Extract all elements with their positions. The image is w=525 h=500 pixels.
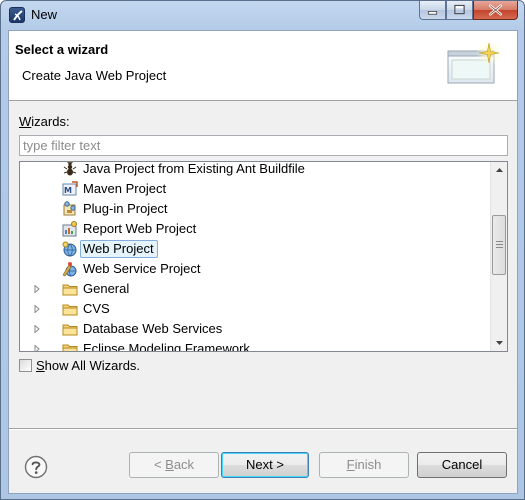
wizard-tree-items: Java Project from Existing Ant Buildfile… — [20, 161, 490, 352]
tree-item-label: General — [83, 281, 130, 296]
minimize-button[interactable] — [419, 1, 446, 20]
tree-item-label: Web Service Project — [83, 261, 201, 276]
finish-button[interactable]: Finish — [319, 452, 409, 478]
filter-input[interactable] — [19, 135, 508, 156]
tree-item-database-web-services[interactable]: Database Web Services — [20, 319, 490, 339]
web-project-icon — [62, 241, 77, 257]
next-button[interactable]: Next > — [221, 452, 309, 478]
tree-item-cvs[interactable]: CVS — [20, 299, 490, 319]
tree-item-maven-project[interactable]: M Maven Project — [20, 179, 490, 199]
svg-text:M: M — [64, 186, 72, 195]
expand-arrow-icon[interactable] — [33, 345, 41, 352]
plugin-icon — [63, 201, 76, 216]
grip-line — [496, 247, 503, 248]
tree-item-eclipse-modeling-framework[interactable]: Eclipse Modeling Framework — [20, 339, 490, 352]
app-icon — [9, 7, 25, 23]
maximize-button[interactable] — [446, 1, 473, 20]
tree-item-web-service-project[interactable]: Web Service Project — [20, 259, 490, 279]
tree-item-label: Plug-in Project — [83, 201, 168, 216]
cancel-button[interactable]: Cancel — [417, 452, 507, 478]
tree-item-label: Web Project — [80, 240, 158, 258]
scrollbar-thumb[interactable] — [492, 215, 506, 275]
scroll-up-arrow-icon[interactable] — [491, 162, 508, 179]
ant-icon — [63, 162, 77, 176]
close-icon — [489, 4, 502, 16]
scroll-down-arrow-icon[interactable] — [491, 334, 508, 351]
banner-description: Create Java Web Project — [22, 68, 167, 83]
help-icon[interactable] — [24, 455, 48, 479]
dialog-content: Select a wizard Create Java Web Project — [8, 30, 518, 494]
maximize-icon — [454, 4, 465, 15]
expand-arrow-icon[interactable] — [33, 305, 41, 313]
window-title: New — [31, 7, 58, 22]
new-wizard-icon — [447, 40, 502, 84]
tree-item-label: Database Web Services — [83, 321, 223, 336]
minimize-icon — [427, 11, 438, 15]
close-button[interactable] — [473, 1, 518, 20]
show-all-checkbox[interactable] — [19, 359, 32, 372]
banner-title: Select a wizard — [15, 42, 109, 57]
show-all-label: Show All Wizards. — [36, 358, 141, 373]
new-wizard-dialog: New Select a wizard Create Java Web Proj… — [0, 0, 525, 500]
grip-line — [496, 241, 503, 242]
maven-icon: M — [62, 181, 78, 196]
tree-item-general[interactable]: General — [20, 279, 490, 299]
wizards-label: Wizards: — [19, 114, 70, 129]
title-bar[interactable]: New — [1, 1, 524, 29]
grip-line — [496, 244, 503, 245]
tree-item-label: Java Project from Existing Ant Buildfile — [83, 161, 305, 176]
report-icon — [62, 221, 77, 237]
tree-item-label: CVS — [83, 301, 110, 316]
expand-arrow-icon[interactable] — [33, 285, 41, 293]
tree-item-report-web-project[interactable]: Report Web Project — [20, 219, 490, 239]
tree-vertical-scrollbar[interactable] — [490, 162, 507, 351]
tree-item-label: Eclipse Modeling Framework — [83, 341, 250, 352]
tree-item-plugin-project[interactable]: Plug-in Project — [20, 199, 490, 219]
caption-buttons — [419, 1, 518, 21]
back-button[interactable]: < Back — [129, 452, 219, 478]
button-bar-separator — [9, 428, 517, 430]
tree-item-label: Report Web Project — [83, 221, 197, 236]
tree-item-label: Maven Project — [83, 181, 167, 196]
tree-item-ant-buildfile[interactable]: Java Project from Existing Ant Buildfile — [20, 161, 490, 179]
tree-item-web-project[interactable]: Web Project — [20, 239, 490, 259]
folder-icon — [62, 284, 78, 296]
folder-icon — [62, 344, 78, 351]
folder-icon — [62, 304, 78, 316]
folder-icon — [62, 324, 78, 336]
wizard-banner: Select a wizard Create Java Web Project — [9, 31, 517, 101]
wizard-tree[interactable]: Java Project from Existing Ant Buildfile… — [19, 161, 508, 352]
expand-arrow-icon[interactable] — [33, 325, 41, 333]
web-service-icon — [62, 262, 77, 277]
